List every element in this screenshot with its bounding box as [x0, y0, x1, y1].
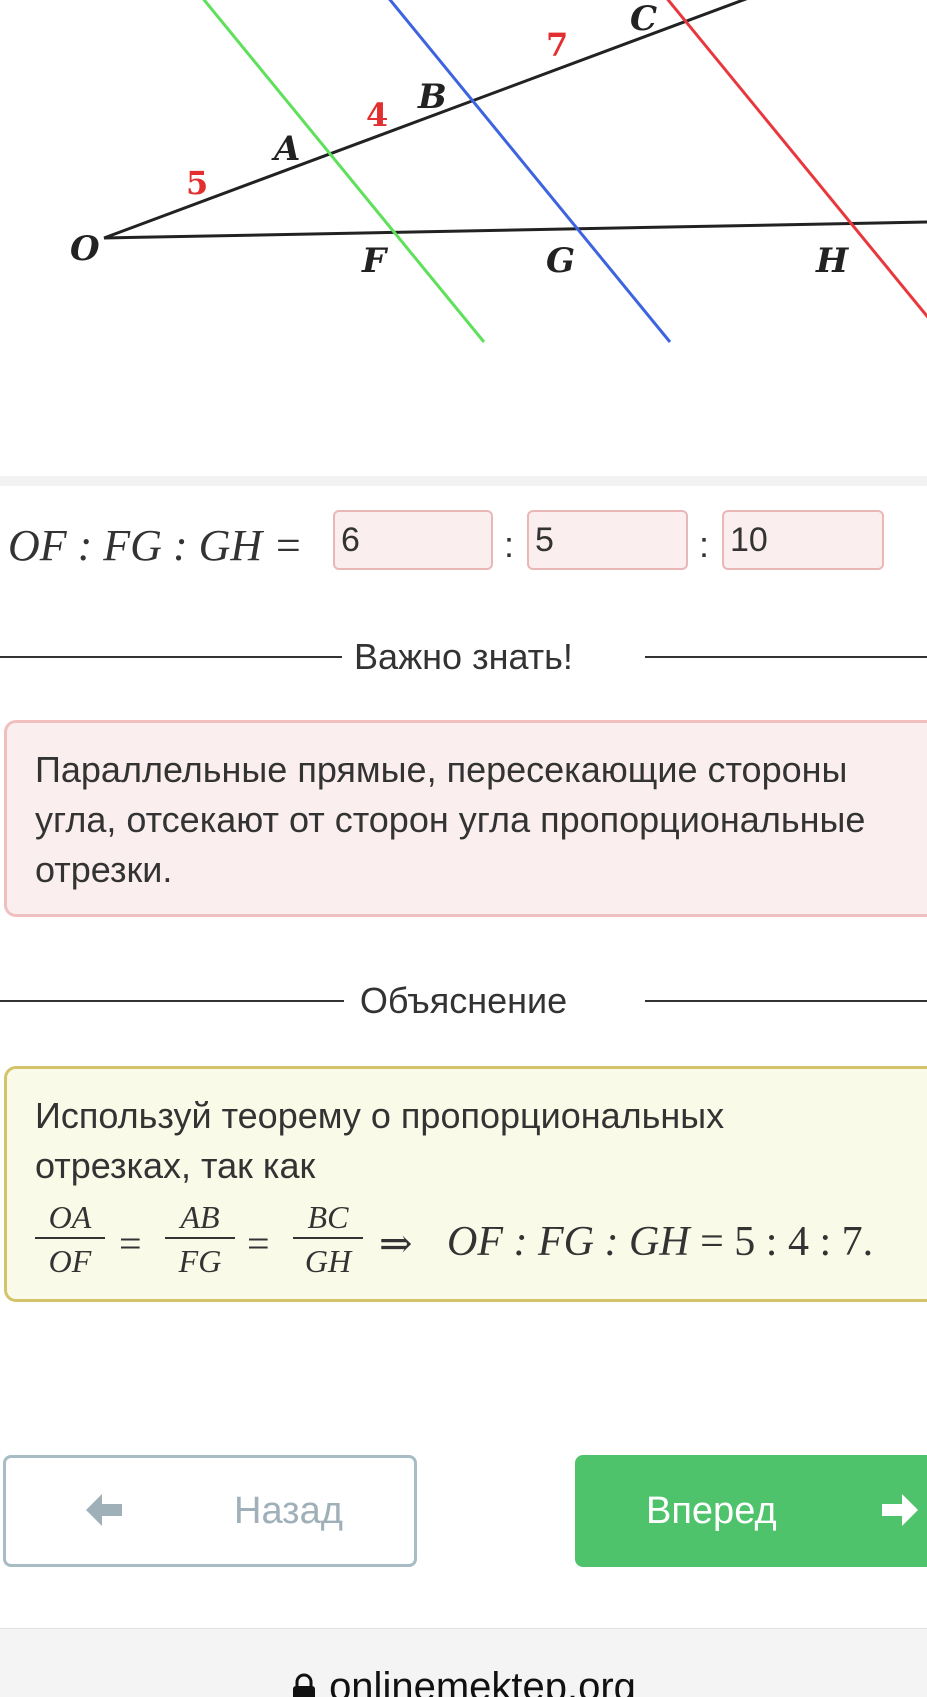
- equals-sign: =: [119, 1221, 142, 1266]
- ray-oh: [103, 220, 927, 240]
- important-text-line: Параллельные прямые, пересекающие сторон…: [35, 749, 848, 790]
- parallel-line-bg: [388, 0, 672, 343]
- segment-label-bc: 7: [546, 26, 568, 64]
- url-text: onlinemektep.org: [329, 1665, 636, 1697]
- conclusion: OF : FG : GH = 5 : 4 : 7.: [447, 1217, 873, 1267]
- point-label-a: A: [271, 129, 300, 169]
- fraction-numerator: OA: [35, 1199, 105, 1239]
- fraction-denominator: OF: [48, 1243, 92, 1279]
- answer-input-of[interactable]: 6: [333, 510, 493, 570]
- explanation-card: Используй теорему о пропорциональных отр…: [4, 1066, 927, 1302]
- point-label-c: C: [630, 0, 657, 39]
- point-label-f: F: [361, 241, 389, 281]
- back-button[interactable]: Назад: [3, 1455, 417, 1567]
- back-button-label: Назад: [234, 1490, 343, 1532]
- important-card: Параллельные прямые, пересекающие сторон…: [4, 720, 927, 917]
- implies-arrow: ⇒: [379, 1221, 413, 1266]
- conclusion-rhs: = 5 : 4 : 7.: [700, 1219, 874, 1265]
- geometry-diagram: O A B C F G H 5 4 7: [0, 0, 927, 480]
- formula: OA OF = AB FG = BC GH ⇒ OF : FG : GH = 5…: [35, 1199, 927, 1283]
- fraction-bc-gh: BC GH: [293, 1199, 363, 1279]
- divider-rule-right: [645, 656, 927, 658]
- explanation-divider: Объяснение: [0, 980, 927, 1021]
- fraction-oa-of: OA OF: [35, 1199, 105, 1279]
- ray-oc: [103, 0, 748, 240]
- fraction-numerator: AB: [165, 1199, 235, 1239]
- answer-input-gh[interactable]: 10: [722, 510, 884, 570]
- important-text-line: отрезки.: [35, 849, 173, 890]
- divider-rule-right: [645, 1000, 927, 1002]
- browser-address-bar: onlinemektep.org: [0, 1628, 927, 1697]
- ratio-answer-row: OF : FG : GH = 6 : 5 : 10: [0, 506, 927, 578]
- point-label-o: O: [70, 229, 100, 269]
- explanation-text-line: отрезках, так как: [35, 1145, 316, 1186]
- url-container[interactable]: onlinemektep.org: [0, 1665, 927, 1697]
- section-separator: [0, 476, 927, 486]
- arrow-left-icon: [86, 1494, 122, 1526]
- segment-label-ab: 4: [366, 96, 388, 134]
- fraction-numerator: BC: [293, 1199, 363, 1239]
- point-label-g: G: [546, 241, 575, 281]
- explanation-text-line: Используй теорему о пропорциональных: [35, 1095, 725, 1136]
- ratio-colon-1: :: [504, 524, 515, 565]
- forward-button[interactable]: Вперед: [575, 1455, 927, 1567]
- fraction-ab-fg: AB FG: [165, 1199, 235, 1279]
- fraction-denominator: GH: [304, 1243, 352, 1279]
- forward-button-label: Вперед: [646, 1490, 777, 1532]
- point-label-h: H: [815, 241, 850, 281]
- ratio-label: OF : FG : GH =: [8, 521, 303, 570]
- fraction-denominator: FG: [178, 1243, 222, 1279]
- equals-sign: =: [247, 1221, 270, 1266]
- answer-input-fg[interactable]: 5: [527, 510, 688, 570]
- segment-label-oa: 5: [186, 164, 208, 202]
- arrow-right-icon: [882, 1494, 918, 1526]
- important-divider: Важно знать!: [0, 636, 927, 677]
- diagram-canvas: O A B C F G H 5 4 7: [70, 0, 927, 343]
- parallel-line-af: [202, 0, 486, 343]
- conclusion-lhs: OF : FG : GH: [447, 1219, 690, 1265]
- parallel-line-ch: [666, 0, 927, 319]
- point-label-b: B: [417, 77, 447, 117]
- ratio-colon-2: :: [699, 524, 710, 565]
- lock-icon: [293, 1673, 316, 1697]
- important-text-line: угла, отсекают от сторон угла пропорцион…: [35, 799, 866, 840]
